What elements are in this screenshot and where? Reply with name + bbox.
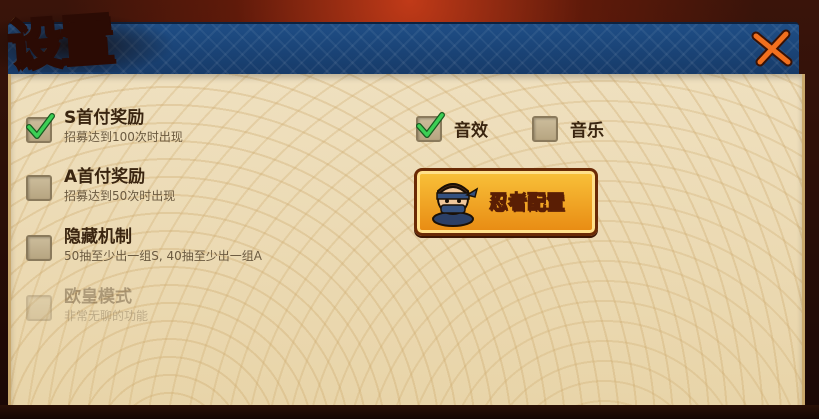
ninja-icon (432, 183, 479, 227)
option-description: 50抽至少出一组S, 40抽至少出一组A (64, 249, 262, 263)
page-title: 设置 (4, 5, 115, 79)
option-label: 欧皇模式 (64, 287, 132, 307)
lucky-mode-checkbox[interactable] (26, 295, 52, 321)
ninja-config-button[interactable]: 忍者配置 (414, 168, 598, 236)
bottom-strip (0, 405, 819, 419)
option-label: S首付奖励 (64, 108, 145, 128)
close-button[interactable] (750, 28, 794, 68)
music-checkbox[interactable] (532, 116, 558, 142)
music-label: 音乐 (570, 121, 604, 141)
option-description: 非常无聊的功能 (64, 309, 149, 323)
option-description: 招募达到50次时出现 (64, 189, 176, 203)
sound-checkbox[interactable] (416, 112, 445, 142)
a-first-reward-checkbox[interactable] (26, 175, 52, 201)
s-first-reward-checkbox[interactable] (26, 113, 55, 143)
check-icon (26, 113, 55, 139)
close-icon (751, 29, 793, 67)
option-label: 隐藏机制 (64, 227, 132, 247)
option-label: A首付奖励 (64, 167, 146, 187)
check-icon (416, 112, 445, 138)
ninja-config-label: 忍者配置 (488, 191, 566, 214)
option-description: 招募达到100次时出现 (64, 130, 183, 144)
sound-label: 音效 (454, 121, 488, 141)
hidden-mechanism-checkbox[interactable] (26, 235, 52, 261)
